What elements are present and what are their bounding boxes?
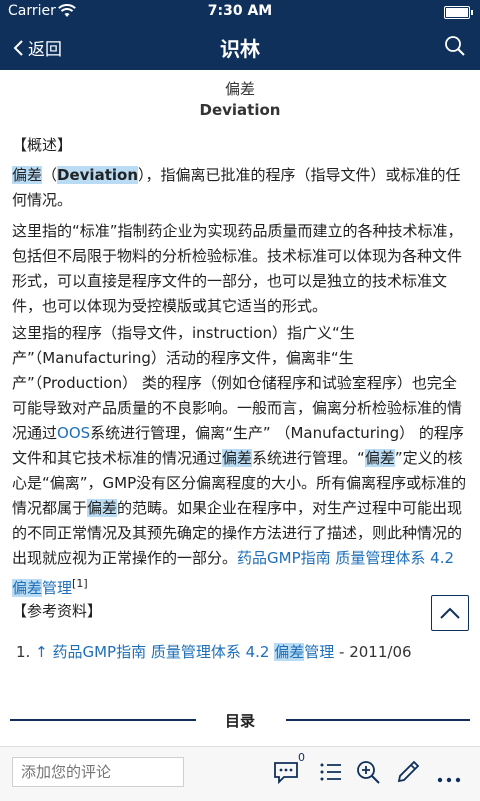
comment-icon[interactable]	[272, 759, 300, 789]
list-icon[interactable]	[318, 759, 344, 789]
toc-divider-right	[286, 719, 470, 721]
comment-count-badge: 0	[298, 751, 305, 764]
reference-link[interactable]: 药品GMP指南 质量管理体系 4.2 偏差管理	[52, 643, 334, 661]
toc-toggle[interactable]: 目录	[0, 710, 480, 730]
references-heading: 【参考资料】	[12, 602, 103, 620]
status-bar: Carrier 7:30 AM	[0, 0, 480, 24]
term-highlight: 偏差	[12, 166, 43, 184]
paragraph-definition: 偏差（Deviation），指偏离已批准的程序（指导文件）或标准的任何情况。	[12, 166, 461, 209]
oos-link[interactable]: OOS	[57, 424, 90, 442]
battery-icon	[444, 6, 473, 19]
citation-marker[interactable]: [1]	[72, 577, 88, 590]
term-en-highlight: Deviation	[57, 166, 138, 184]
bottom-toolbar: 0	[0, 746, 480, 801]
ref-back-arrow[interactable]: ↑	[35, 643, 48, 661]
paragraph-procedure: 这里指的程序（指导文件，instruction）指广义“生产”（Manufact…	[12, 324, 467, 597]
overview-heading: 【概述】	[12, 136, 73, 154]
status-time: 7:30 AM	[207, 3, 273, 19]
page-title: 识林	[220, 37, 260, 61]
comment-input[interactable]	[12, 757, 184, 787]
paragraph-standard: 这里指的“标准”指制药企业为实现药品质量而建立的各种技术标准，包括但不局限于物料…	[12, 222, 463, 315]
pen-icon[interactable]	[395, 759, 421, 789]
article-title-en: Deviation	[199, 101, 281, 119]
reference-item: 1. ↑ 药品GMP指南 质量管理体系 4.2 偏差管理 - 2011/06	[16, 643, 412, 661]
more-icon[interactable]	[436, 769, 462, 788]
nav-bar: 返回 识林	[0, 24, 480, 70]
chevron-up-icon	[440, 607, 460, 619]
scroll-top-button[interactable]	[431, 595, 469, 631]
zoom-in-icon[interactable]	[355, 759, 381, 789]
article-title-cn: 偏差	[224, 80, 255, 98]
search-icon[interactable]	[444, 35, 466, 61]
article-content: 偏差 Deviation 【概述】 偏差（Deviation），指偏离已批准的程…	[0, 70, 480, 746]
